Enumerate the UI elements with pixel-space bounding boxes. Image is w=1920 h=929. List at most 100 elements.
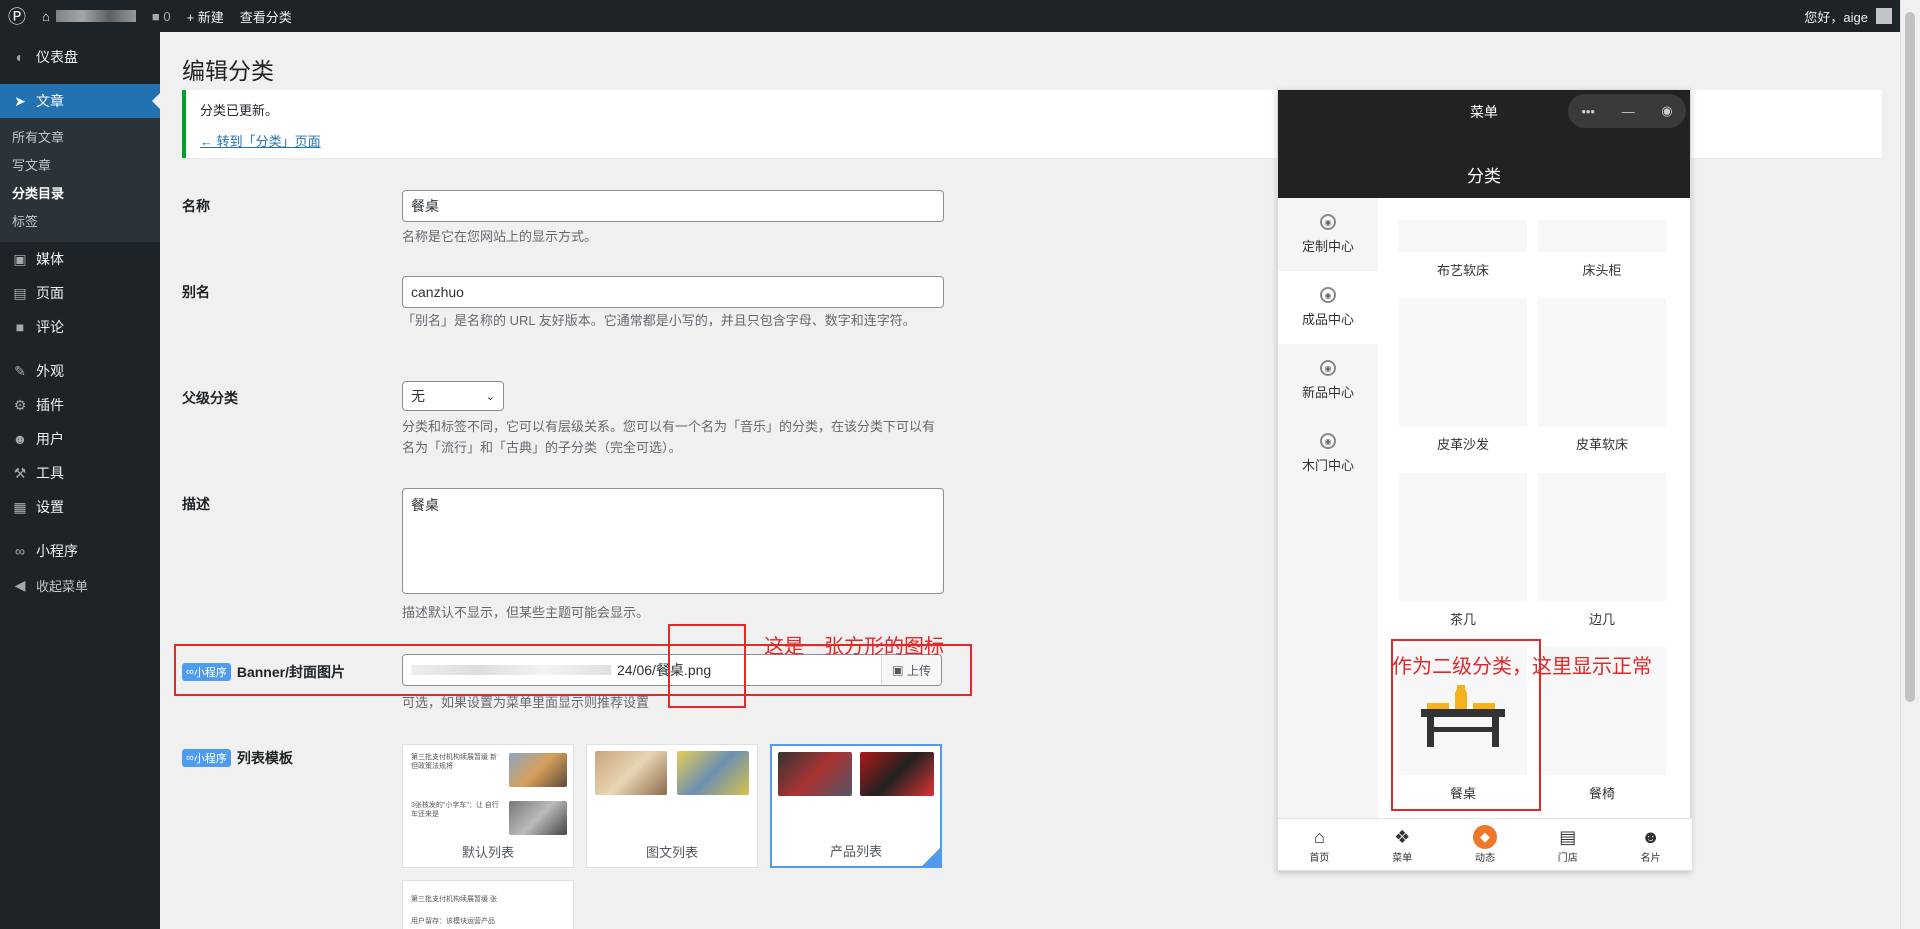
menu-collapse[interactable]: ◀ 收起菜单 [0, 568, 160, 602]
main-content: 编辑分类 分类已更新。 ← 转到「分类」页面 名称 餐桌 名称是它在您网站上的显… [160, 32, 1900, 929]
media-icon: ▣ [13, 250, 27, 267]
slug-input[interactable]: canzhuo [402, 276, 944, 308]
scrollbar-thumb[interactable] [1905, 12, 1915, 702]
menu-label: 工具 [36, 465, 64, 481]
tab-label: 门店 [1557, 853, 1578, 864]
menu-media[interactable]: ▣ 媒体 [0, 242, 160, 276]
template-preview-text: 第三批支付机构续展暂缓 张 [411, 896, 497, 903]
menu-settings[interactable]: ▦ 设置 [0, 490, 160, 524]
grid-icon: ❖ [1394, 826, 1411, 847]
view-category-link[interactable]: 查看分类 [232, 0, 300, 32]
menu-tools[interactable]: ⚒ 工具 [0, 456, 160, 490]
template-preview-image [860, 752, 934, 796]
comment-icon: ■ [151, 8, 160, 24]
more-icon[interactable]: ••• [1581, 104, 1595, 119]
miniapp-preview: 菜单 ••• — ◉ 分类 ◉ 定制中心 ◉ 成品中心 ◉ 新品中心 ◉ 木门中心 布艺… [1277, 89, 1692, 871]
subcategory-label: 皮革软床 [1575, 437, 1628, 452]
tab-menu[interactable]: ❖ 菜单 [1361, 819, 1444, 870]
template-image-list[interactable]: 图文列表 [586, 744, 758, 868]
list-template-label-text: 列表模板 [236, 750, 293, 766]
filename-highlight-box [668, 624, 746, 708]
admin-bar: Ⓟ ⌂ ■ 0 + 新建 查看分类 您好，aige [0, 0, 1920, 32]
annotation-square-icon: 这是一张方形的图标 [764, 636, 944, 658]
template-preview-text: 用户留存：该模块运营产品 [411, 918, 495, 925]
chevron-down-icon: ⌄ [485, 390, 495, 403]
category-item[interactable]: ◉ 新品中心 [1278, 344, 1378, 417]
menu-users[interactable]: ☻ 用户 [0, 422, 160, 456]
tab-store[interactable]: ▤ 门店 [1526, 819, 1609, 870]
category-label: 新品中心 [1301, 385, 1354, 400]
subcategory-label: 边几 [1588, 612, 1615, 627]
subcategory-label: 布艺软床 [1436, 263, 1489, 278]
subcategory-item[interactable]: 布艺软床 [1399, 220, 1527, 279]
parent-select[interactable]: 无 ⌄ [402, 381, 504, 411]
tab-feed[interactable]: ◆ 动态 [1444, 819, 1527, 870]
close-circle-icon[interactable]: ◉ [1661, 103, 1672, 119]
page-scrollbar[interactable] [1900, 0, 1920, 929]
menu-dashboard[interactable]: ◐ 仪表盘 [0, 40, 160, 74]
dashboard-icon: ◐ [15, 49, 25, 65]
category-item[interactable]: ◉ 定制中心 [1278, 198, 1378, 271]
template-name: 默认列表 [461, 845, 514, 860]
capsule-buttons[interactable]: ••• — ◉ [1568, 94, 1686, 128]
description-label: 描述 [182, 496, 210, 512]
wordpress-logo-icon[interactable]: Ⓟ [0, 0, 34, 32]
template-preview-image [509, 753, 567, 787]
minimize-icon[interactable]: — [1622, 104, 1635, 119]
parent-label: 父级分类 [182, 390, 238, 406]
comments-link[interactable]: ■ 0 [144, 0, 179, 32]
menu-appearance[interactable]: ✎ 外观 [0, 354, 160, 388]
menu-plugins[interactable]: ⚙ 插件 [0, 388, 160, 422]
annotation-subcategory-ok: 作为二级分类，这里显示正常 [1392, 656, 1652, 678]
template-text-list[interactable]: 第三批支付机构续展暂缓 张 用户留存：该模块运营产品 [402, 880, 574, 929]
subcategory-item[interactable]: 边几 [1538, 473, 1666, 628]
subcategory-label: 餐椅 [1588, 786, 1615, 801]
tab-card[interactable]: ☻ 名片 [1609, 819, 1692, 870]
site-name[interactable]: ⌂ [34, 0, 144, 32]
comments-count: 0 [163, 8, 171, 24]
tab-home[interactable]: ⌂ 首页 [1278, 819, 1361, 870]
parent-selected-value: 无 [411, 388, 425, 404]
greeting[interactable]: 您好，aige [1804, 7, 1868, 26]
template-name: 图文列表 [645, 845, 698, 860]
menu-label: 用户 [36, 431, 64, 447]
avatar[interactable] [1876, 8, 1892, 24]
new-content-link[interactable]: + 新建 [179, 0, 232, 32]
submenu-write-post[interactable]: 写文章 [0, 152, 160, 180]
category-item[interactable]: ◉ 成品中心 [1278, 271, 1378, 344]
category-sidebar: ◉ 定制中心 ◉ 成品中心 ◉ 新品中心 ◉ 木门中心 [1278, 198, 1378, 820]
submenu-tags[interactable]: 标签 [0, 208, 160, 236]
collapse-icon: ◀ [14, 576, 26, 593]
wrench-icon: ⚒ [13, 464, 27, 481]
template-preview-text: 第三批支付机构续展暂缓 新 但政策法规将 [411, 754, 497, 770]
page-icon: ▤ [13, 284, 27, 301]
subcategory-image [1399, 473, 1527, 601]
category-item[interactable]: ◉ 木门中心 [1278, 417, 1378, 490]
phone-header: 菜单 ••• — ◉ 分类 [1278, 90, 1690, 198]
back-to-categories-link[interactable]: ← 转到「分类」页面 [200, 134, 321, 149]
template-product-list[interactable]: 产品列表 [770, 744, 942, 868]
subcategory-item[interactable]: 皮革软床 [1538, 298, 1666, 453]
list-template-label: ∞ 小程序 列表模板 [182, 748, 293, 768]
comment-icon: ■ [15, 319, 25, 335]
admin-menu: ◐ 仪表盘 ➤ 文章 所有文章 写文章 分类目录 标签 ▣ 媒体 ▤ 页面 ■ 评论 ✎ 外… [0, 32, 160, 929]
menu-comments[interactable]: ■ 评论 [0, 310, 160, 344]
template-default-list[interactable]: 第三批支付机构续展暂缓 新 但政策法规将 3张核发的"小字车"：让 自行车还来是… [402, 744, 574, 868]
diamond-icon: ◆ [1472, 825, 1497, 849]
home-icon: ⌂ [1313, 826, 1325, 847]
subcategory-item[interactable]: 皮革沙发 [1399, 298, 1527, 453]
description-textarea[interactable]: 餐桌 [402, 488, 944, 594]
menu-miniapp[interactable]: ∞ 小程序 [0, 534, 160, 568]
phone-page-title: 分类 [1467, 167, 1501, 186]
submenu-all-posts[interactable]: 所有文章 [0, 124, 160, 152]
submenu-categories[interactable]: 分类目录 [0, 180, 160, 208]
menu-posts[interactable]: ➤ 文章 [0, 84, 160, 118]
name-input[interactable]: 餐桌 [402, 190, 944, 222]
menu-pages[interactable]: ▤ 页面 [0, 276, 160, 310]
category-label: 成品中心 [1301, 312, 1354, 327]
menu-label: 小程序 [36, 543, 78, 559]
menu-label: 插件 [36, 397, 64, 413]
subcategory-item[interactable]: 床头柜 [1538, 220, 1666, 279]
badge-text: 小程序 [193, 753, 227, 765]
subcategory-item[interactable]: 茶几 [1399, 473, 1527, 628]
